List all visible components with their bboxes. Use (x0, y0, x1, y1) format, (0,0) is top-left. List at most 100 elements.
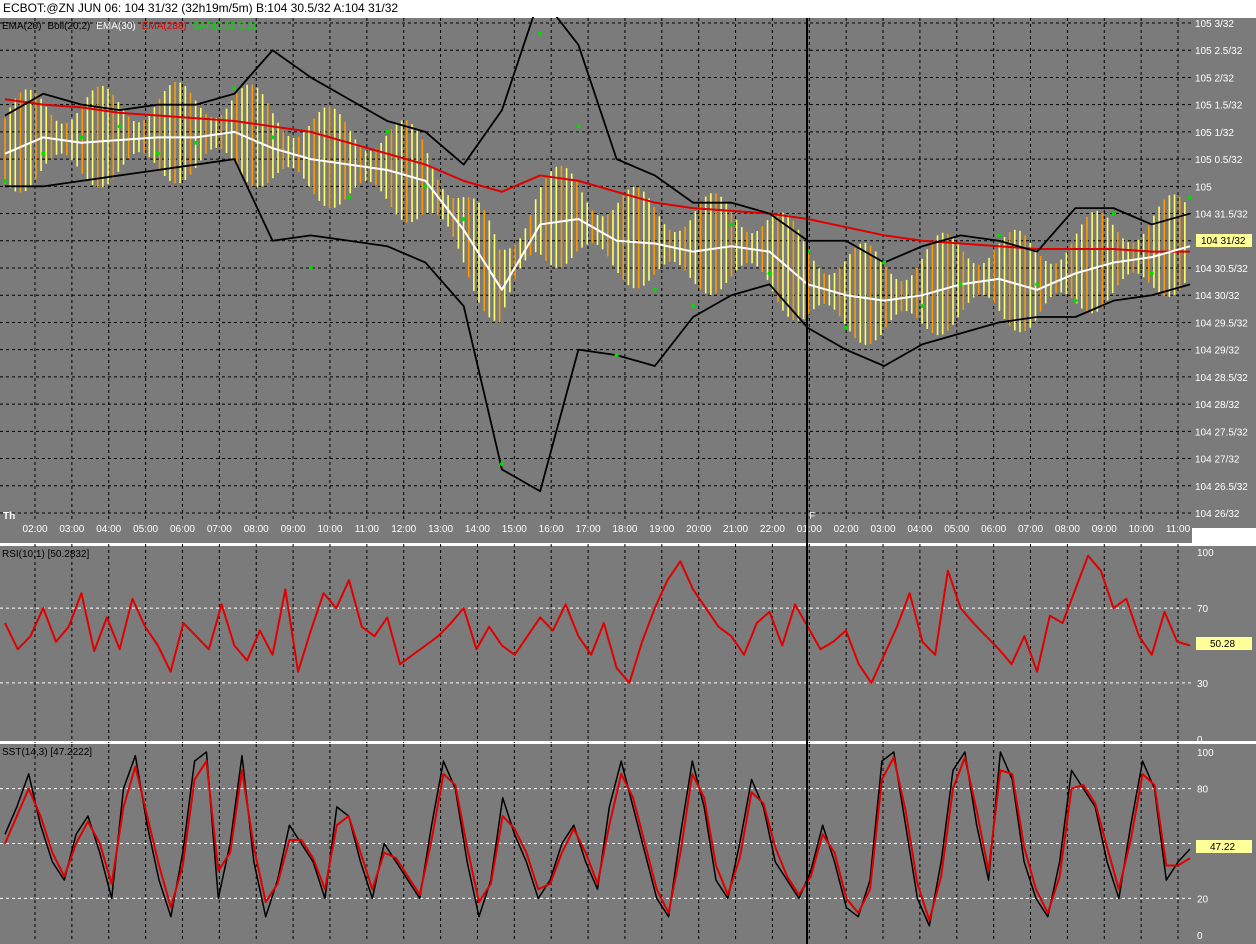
sar-dot (308, 266, 313, 270)
price-legend-item: EMA(30) (96, 21, 135, 32)
day-label-f: F (809, 511, 815, 522)
time-tick: 18:00 (612, 524, 637, 535)
sar-dot (1149, 271, 1154, 276)
sar-dot (461, 217, 466, 221)
sar-dot (232, 86, 237, 91)
day-label-th: Th (3, 511, 15, 522)
osc-y-tick: 80 (1197, 785, 1209, 796)
price-y-tick: 104 31.5/32 (1195, 210, 1248, 221)
time-tick: 11:00 (355, 524, 380, 535)
price-y-tick: 104 26.5/32 (1195, 482, 1248, 493)
price-y-tick: 104 29/32 (1195, 346, 1240, 357)
sst-last-value: 47.22 (1210, 842, 1235, 853)
sar-dot (499, 462, 504, 466)
window-title: ECBOT:@ZN JUN 06: 104 31/32 (32h19m/5m) … (0, 0, 1256, 17)
time-tick: 01:00 (797, 524, 822, 535)
sar-dot (194, 140, 199, 145)
sar-dot (423, 184, 428, 189)
osc-y-tick: 100 (1197, 748, 1214, 759)
time-tick: 20:00 (686, 524, 711, 535)
price-y-tick: 105 (1195, 182, 1212, 193)
osc-y-tick: 100 (1197, 548, 1214, 559)
sar-dot (79, 135, 84, 140)
sar-dot (652, 287, 657, 292)
price-panel-bg (0, 18, 1192, 528)
sar-dot (117, 124, 122, 129)
sar-dot (155, 151, 160, 156)
time-tick: 22:00 (760, 524, 785, 535)
time-tick: 08:00 (1055, 524, 1080, 535)
osc-y-tick: 0 (1197, 931, 1203, 942)
price-y-tick: 104 28.5/32 (1195, 373, 1248, 384)
price-y-tick: 104 29.5/32 (1195, 318, 1248, 329)
time-tick: 06:00 (170, 524, 195, 535)
price-last-value: 104 31/32 (1201, 236, 1246, 247)
rsi-legend: RSI(10,1) [50.2832] (2, 549, 89, 560)
sar-dot (729, 222, 734, 227)
time-tick: 10:00 (1129, 524, 1154, 535)
time-tick: 09:00 (281, 524, 306, 535)
price-legend-item: EMA(288) (142, 21, 187, 32)
sar-dot (1111, 211, 1116, 216)
price-y-tick: 105 1/32 (1195, 128, 1234, 139)
time-tick: 04:00 (96, 524, 121, 535)
time-tick: 07:00 (1018, 524, 1043, 535)
time-tick: 03:00 (871, 524, 896, 535)
time-tick: 08:00 (244, 524, 269, 535)
sar-dot (1035, 282, 1040, 287)
sar-dot (347, 195, 352, 200)
sar-dot (1188, 195, 1192, 200)
time-tick: 13:00 (428, 524, 453, 535)
time-tick: 12:00 (391, 524, 416, 535)
sar-dot (843, 325, 848, 330)
time-tick: 07:00 (207, 524, 232, 535)
price-y-tick: 105 1.5/32 (1195, 101, 1243, 112)
price-legend: EMA(20) Boll(20,2) EMA(30) EMA(288) SAR(0.02… (2, 21, 256, 32)
price-y-tick: 104 26/32 (1195, 509, 1240, 520)
time-tick: 16:00 (539, 524, 564, 535)
sar-dot (691, 304, 696, 309)
price-y-tick: 104 30/32 (1195, 291, 1240, 302)
sar-dot (1073, 298, 1078, 303)
sar-dot (576, 124, 581, 129)
time-tick: 21:00 (723, 524, 748, 535)
time-tick: 09:00 (1092, 524, 1117, 535)
sar-dot (614, 353, 619, 358)
osc-y-tick: 70 (1197, 604, 1209, 615)
time-tick: 02:00 (22, 524, 47, 535)
time-tick: 02:00 (834, 524, 859, 535)
price-y-tick: 105 3/32 (1195, 19, 1234, 30)
price-y-tick: 104 27/32 (1195, 455, 1240, 466)
price-y-tick: 105 0.5/32 (1195, 155, 1243, 166)
osc-y-tick: 30 (1197, 679, 1209, 690)
sar-dot (996, 233, 1001, 238)
sar-dot (882, 260, 887, 265)
price-legend-item: EMA(20) (2, 21, 41, 32)
time-tick: 14:00 (465, 524, 490, 535)
sar-dot (920, 304, 925, 309)
price-legend-item: SAR(0.02,0.2) (193, 21, 256, 32)
rsi-last-value: 50.28 (1210, 639, 1235, 650)
time-tick: 15:00 (502, 524, 527, 535)
sar-dot (385, 129, 390, 134)
time-tick: 10:00 (317, 524, 342, 535)
price-y-tick: 104 30.5/32 (1195, 264, 1248, 275)
sst-legend: SST(14,3) [47.2222] (2, 747, 92, 758)
chart-canvas: 105 3/32 105 2.5/32 105 2/32 105 1.5/32 105 … (0, 17, 1256, 944)
time-tick: 17:00 (576, 524, 601, 535)
sar-dot (958, 282, 963, 287)
time-tick: 04:00 (907, 524, 932, 535)
sar-dot (41, 151, 46, 156)
sar-dot (538, 31, 543, 36)
time-tick: 06:00 (981, 524, 1006, 535)
price-y-tick: 105 2/32 (1195, 73, 1234, 84)
price-y-tick: 104 28/32 (1195, 400, 1240, 411)
osc-y-tick: 20 (1197, 894, 1209, 905)
time-tick: 11:00 (1166, 524, 1191, 535)
sar-dot (270, 135, 275, 140)
time-tick: 03:00 (59, 524, 84, 535)
time-tick: 05:00 (133, 524, 158, 535)
price-y-tick: 105 2.5/32 (1195, 46, 1243, 57)
price-y-tick: 104 27.5/32 (1195, 427, 1248, 438)
osc-y-tick: 0 (1197, 735, 1203, 746)
